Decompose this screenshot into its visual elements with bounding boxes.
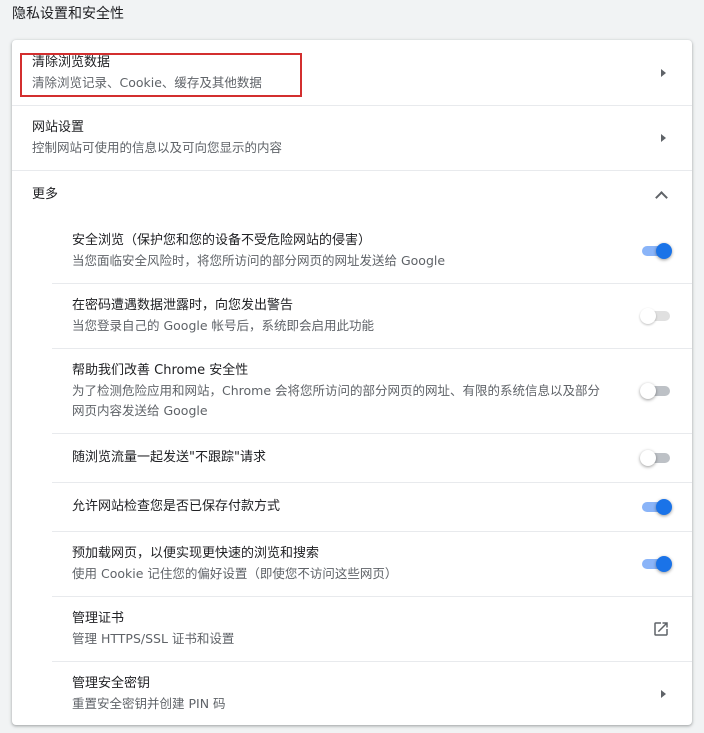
preload-pages-description: 使用 Cookie 记住您的偏好设置（即使您不访问这些网页）: [72, 566, 398, 581]
payment-methods-toggle[interactable]: [640, 498, 672, 516]
do-not-track-label: 随浏览流量一起发送"不跟踪"请求: [72, 450, 266, 465]
do-not-track-row[interactable]: 随浏览流量一起发送"不跟踪"请求: [52, 433, 692, 482]
preload-pages-row[interactable]: 预加载网页，以便实现更快速的浏览和搜索 使用 Cookie 记住您的偏好设置（即…: [52, 531, 692, 596]
preload-pages-label: 预加载网页，以便实现更快速的浏览和搜索: [72, 546, 320, 561]
section-title: 隐私设置和安全性: [12, 6, 124, 22]
password-leak-toggle[interactable]: [640, 307, 672, 325]
site-settings-label: 网站设置: [32, 120, 85, 135]
improve-security-description-line2: 网页内容发送给 Google: [72, 403, 208, 418]
password-leak-description: 当您登录自己的 Google 帐号后，系统即会启用此功能: [72, 318, 375, 333]
manage-certificates-row[interactable]: 管理证书 管理 HTTPS/SSL 证书和设置: [52, 596, 692, 661]
more-section-header[interactable]: 更多: [12, 170, 692, 218]
safe-browsing-description: 当您面临安全风险时，将您所访问的部分网页的网址发送给 Google: [72, 252, 446, 268]
privacy-security-card: 清除浏览数据 清除浏览记录、Cookie、缓存及其他数据 网站设置 控制网站可使…: [12, 40, 692, 725]
password-leak-label: 在密码遭遇数据泄露时，向您发出警告: [72, 298, 294, 313]
clear-browsing-data-row[interactable]: 清除浏览数据 清除浏览记录、Cookie、缓存及其他数据: [12, 40, 692, 105]
improve-security-label: 帮助我们改善 Chrome 安全性: [72, 363, 249, 378]
manage-security-keys-row[interactable]: 管理安全密钥 重置安全密钥并创建 PIN 码: [52, 661, 692, 725]
open-in-new-icon[interactable]: [652, 620, 670, 638]
password-leak-row[interactable]: 在密码遭遇数据泄露时，向您发出警告 当您登录自己的 Google 帐号后，系统即…: [52, 283, 692, 348]
manage-security-keys-description: 重置安全密钥并创建 PIN 码: [72, 695, 226, 711]
site-settings-row[interactable]: 网站设置 控制网站可使用的信息以及可向您显示的内容: [12, 105, 692, 170]
do-not-track-toggle[interactable]: [640, 449, 672, 467]
improve-security-toggle[interactable]: [640, 382, 672, 400]
safe-browsing-toggle[interactable]: [640, 242, 672, 260]
manage-security-keys-label: 管理安全密钥: [72, 675, 151, 691]
more-label: 更多: [32, 186, 59, 202]
preload-pages-toggle[interactable]: [640, 555, 672, 573]
manage-certificates-description: 管理 HTTPS/SSL 证书和设置: [72, 631, 235, 646]
arrow-right-icon: [661, 134, 666, 142]
payment-methods-row[interactable]: 允许网站检查您是否已保存付款方式: [52, 482, 692, 531]
chevron-up-icon: [655, 190, 668, 204]
clear-browsing-data-label: 清除浏览数据: [32, 54, 111, 70]
arrow-right-icon: [661, 68, 666, 77]
site-settings-description: 控制网站可使用的信息以及可向您显示的内容: [32, 140, 283, 155]
clear-browsing-data-description: 清除浏览记录、Cookie、缓存及其他数据: [32, 74, 262, 90]
safe-browsing-row[interactable]: 安全浏览（保护您和您的设备不受危险网站的侵害） 当您面临安全风险时，将您所访问的…: [12, 218, 692, 283]
safe-browsing-label: 安全浏览（保护您和您的设备不受危险网站的侵害）: [72, 232, 372, 248]
manage-certificates-label: 管理证书: [72, 611, 125, 626]
arrow-right-icon: [661, 689, 666, 698]
improve-security-row[interactable]: 帮助我们改善 Chrome 安全性 为了检测危险应用和网站，Chrome 会将您…: [52, 348, 692, 433]
payment-methods-label: 允许网站检查您是否已保存付款方式: [72, 499, 281, 514]
improve-security-description-line1: 为了检测危险应用和网站，Chrome 会将您所访问的部分网页的网址、有限的系统信…: [72, 383, 601, 398]
